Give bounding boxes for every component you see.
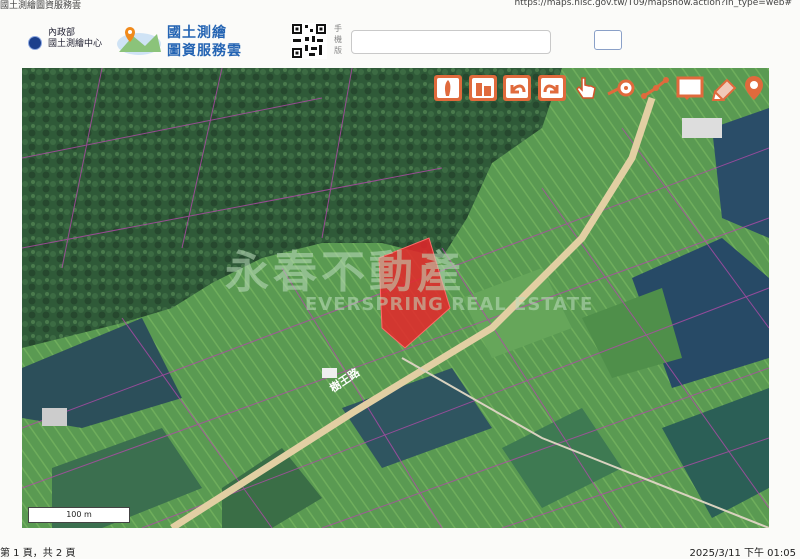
watermark-title: 永春不動產: [225, 247, 465, 298]
map-cloud-logo-icon[interactable]: [113, 22, 163, 58]
mobile-version-link[interactable]: 手機版: [334, 23, 344, 56]
pointer-hand-icon[interactable]: [571, 74, 601, 102]
undo-icon[interactable]: [502, 74, 532, 102]
taiwan-map-icon[interactable]: [433, 74, 463, 102]
center-label: 國土測繪中心: [48, 39, 103, 49]
print-datetime: 2025/3/11 下午 01:05: [689, 548, 796, 559]
print-page-title: 國土測繪圖資服務雲: [0, 1, 82, 11]
building-icon[interactable]: [468, 74, 498, 102]
measure-area-icon[interactable]: [675, 74, 705, 102]
print-header: 國土測繪圖資服務雲 https://maps.nlsc.gov.tw/T09/m…: [0, 0, 800, 12]
ministry-name: 內政部 國土測繪中心: [48, 28, 102, 50]
brand-title[interactable]: 國土測繪 圖資服務雲: [167, 24, 242, 60]
brand-title-line2: 圖資服務雲: [167, 43, 242, 59]
measure-point-icon[interactable]: [606, 74, 636, 102]
ministry-label: 內政部: [48, 28, 76, 38]
print-url: https://maps.nlsc.gov.tw/T09/mapshow.act…: [514, 0, 792, 8]
brand-title-line1: 國土測繪: [167, 25, 227, 41]
map-scale-bar: 100 m: [28, 507, 130, 523]
eraser-icon[interactable]: [709, 74, 739, 102]
search-input[interactable]: [351, 30, 551, 54]
qr-code-icon[interactable]: [291, 23, 327, 59]
redo-icon[interactable]: [537, 74, 567, 102]
watermark-subtitle: EVERSPRING REAL ESTATE: [305, 294, 594, 315]
header-action-button[interactable]: [594, 30, 622, 50]
page-number: 第 1 頁，共 2 頁: [0, 548, 76, 559]
ministry-logo-icon: [28, 36, 42, 50]
measure-line-icon[interactable]: [640, 74, 670, 102]
pin-icon[interactable]: [741, 74, 767, 102]
